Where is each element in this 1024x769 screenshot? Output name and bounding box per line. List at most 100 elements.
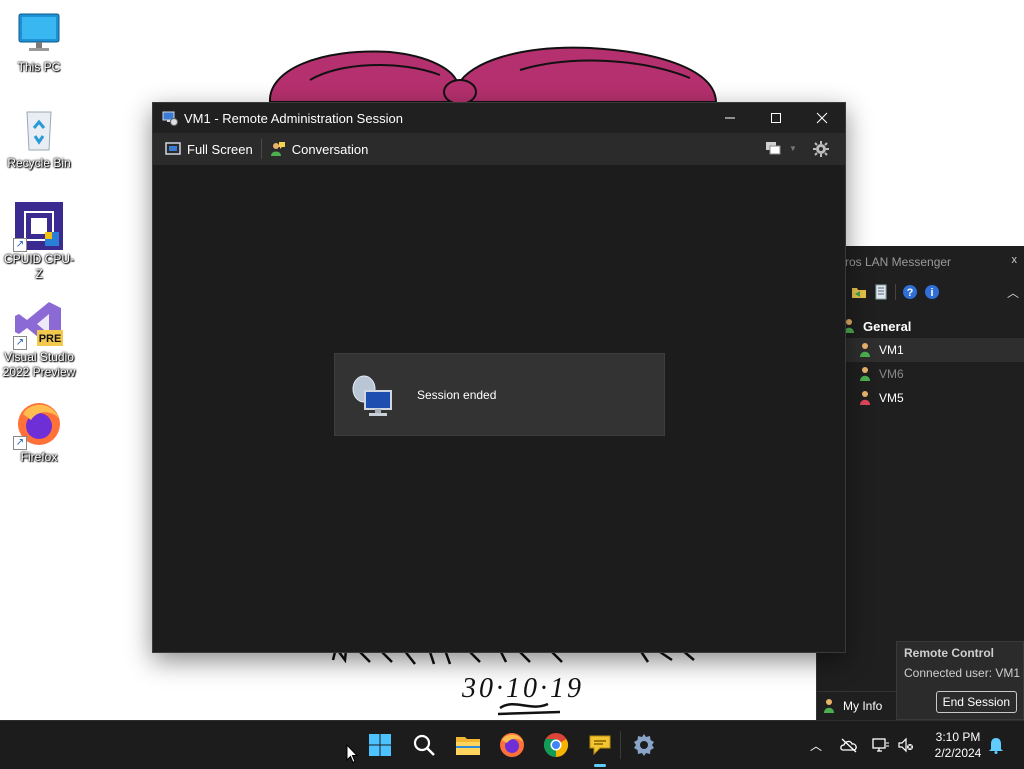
end-session-button[interactable]: End Session: [935, 691, 1017, 713]
conversation-icon: [270, 142, 285, 156]
session-toolbar: Full Screen Conversation ▼: [153, 133, 845, 165]
desktop-icon-cpu-z[interactable]: ↗ CPUID CPU-Z: [1, 202, 77, 282]
view-mode-button[interactable]: ▼: [765, 141, 797, 155]
taskbar: ︿ 3:10 PM 2/2/2024: [0, 720, 1024, 769]
system-tray: ︿: [810, 721, 914, 769]
minimize-icon: [725, 117, 735, 119]
desktop-icon-visual-studio[interactable]: PRE ↗ Visual Studio 2022 Preview: [1, 300, 77, 380]
settings-icon: [634, 734, 654, 756]
lan-messenger-taskbar-button[interactable]: [584, 729, 616, 767]
connected-user-text: Connected user: VM1: [904, 666, 1021, 680]
messenger-title: ros LAN Messenger: [845, 255, 952, 269]
session-status-panel: Session ended: [334, 353, 665, 436]
shortcut-arrow-icon: ↗: [13, 238, 27, 252]
full-screen-icon: [165, 142, 181, 155]
window-mode-icon: [766, 142, 781, 155]
desktop-icon-label: Visual Studio 2022 Preview: [2, 350, 76, 379]
clock[interactable]: 3:10 PM 2/2/2024: [928, 729, 988, 761]
toolbar-separator: [895, 284, 896, 300]
window-title-bar[interactable]: VM1 - Remote Administration Session: [153, 103, 845, 133]
remote-computer-icon: [352, 375, 392, 416]
taskbar-divider: [620, 731, 621, 759]
user-name: VM1: [879, 343, 904, 357]
close-icon: [816, 112, 828, 124]
clock-date: 2/2/2024: [934, 746, 982, 760]
group-general[interactable]: General: [817, 314, 1024, 338]
user-item-vm1[interactable]: VM1: [817, 338, 1024, 362]
full-screen-button[interactable]: Full Screen: [157, 133, 261, 165]
settings-button[interactable]: [813, 141, 829, 162]
desktop-icon-this-pc[interactable]: This PC: [1, 10, 77, 75]
chevron-up-icon[interactable]: ︿: [810, 737, 822, 754]
shortcut-arrow-icon: ↗: [13, 336, 27, 350]
messenger-close-button[interactable]: x: [1012, 254, 1018, 266]
desktop-icon-label: This PC: [17, 60, 61, 74]
firefox-icon: ↗: [13, 400, 63, 450]
gear-icon: [813, 141, 829, 157]
desktop-icon-label: Firefox: [20, 450, 58, 464]
maximize-button[interactable]: [753, 103, 799, 133]
remote-control-heading: Remote Control: [904, 646, 994, 660]
user-item-vm5[interactable]: VM5: [817, 386, 1024, 410]
firefox-taskbar-button[interactable]: [496, 729, 528, 761]
minimize-button[interactable]: [707, 103, 753, 133]
chevron-down-icon: ▼: [789, 143, 797, 153]
volume-muted-icon[interactable]: [898, 737, 914, 753]
file-explorer-button[interactable]: [452, 729, 484, 761]
search-icon: [413, 734, 435, 756]
visual-studio-icon: PRE ↗: [13, 300, 63, 350]
chrome-taskbar-button[interactable]: [540, 729, 572, 761]
desktop-icon-firefox[interactable]: ↗ Firefox: [1, 400, 77, 465]
start-icon: [369, 734, 391, 756]
folder-icon[interactable]: [851, 284, 867, 300]
start-button[interactable]: [364, 729, 396, 761]
recycle-bin-icon: [15, 106, 63, 154]
svg-text:i: i: [930, 287, 933, 299]
user-item-vm6[interactable]: VM6: [817, 362, 1024, 386]
conversation-label: Conversation: [291, 141, 369, 157]
user-icon: [824, 699, 834, 713]
full-screen-label: Full Screen: [187, 141, 253, 157]
lan-messenger-icon: [589, 735, 611, 756]
remote-session-window: VM1 - Remote Administration Session Full…: [152, 102, 846, 653]
my-info-label: My Info: [843, 699, 883, 713]
search-button[interactable]: [408, 729, 440, 761]
my-info-button[interactable]: My Info: [817, 691, 903, 720]
monitor-icon: [15, 10, 63, 58]
conversation-button[interactable]: Conversation: [262, 133, 377, 165]
network-icon[interactable]: [872, 737, 890, 753]
remote-control-panel: Remote Control Connected user: VM1 End S…: [896, 641, 1024, 720]
session-status-text: Session ended: [417, 387, 497, 402]
group-label: General: [863, 318, 912, 334]
wallpaper-date: 30·10·19: [461, 673, 584, 704]
svg-text:PRE: PRE: [39, 333, 62, 345]
notification-bell-icon[interactable]: [988, 736, 1004, 754]
desktop-icon-label: Recycle Bin: [7, 156, 71, 170]
cpu-z-icon: ↗: [13, 202, 63, 252]
clock-time: 3:10 PM: [935, 730, 981, 744]
settings-taskbar-button[interactable]: [628, 729, 660, 761]
notes-icon[interactable]: [873, 284, 889, 300]
file-explorer-icon: [456, 737, 480, 755]
user-offline-icon: [860, 367, 870, 381]
chrome-icon: [543, 733, 569, 757]
info-icon[interactable]: i: [924, 284, 940, 300]
user-name: VM5: [879, 391, 904, 405]
messenger-title-bar: ros LAN Messenger x: [817, 246, 1024, 278]
session-view: Session ended: [153, 165, 845, 652]
maximize-icon: [771, 113, 781, 123]
chevron-up-icon[interactable]: ︿: [1007, 284, 1019, 301]
svg-text:?: ?: [907, 287, 914, 299]
close-button[interactable]: [799, 103, 845, 133]
window-title: VM1 - Remote Administration Session: [184, 110, 403, 126]
onedrive-offline-icon[interactable]: [840, 737, 858, 753]
messenger-toolbar: ? i ︿: [817, 278, 1024, 306]
remote-session-icon: [162, 111, 178, 126]
active-app-indicator: [594, 764, 606, 767]
help-icon[interactable]: ?: [902, 284, 918, 300]
user-online-icon: [860, 343, 870, 357]
desktop-icon-recycle-bin[interactable]: Recycle Bin: [1, 106, 77, 171]
firefox-icon: [500, 733, 524, 757]
user-name: VM6: [879, 367, 904, 381]
bow-drawing: [268, 46, 718, 105]
